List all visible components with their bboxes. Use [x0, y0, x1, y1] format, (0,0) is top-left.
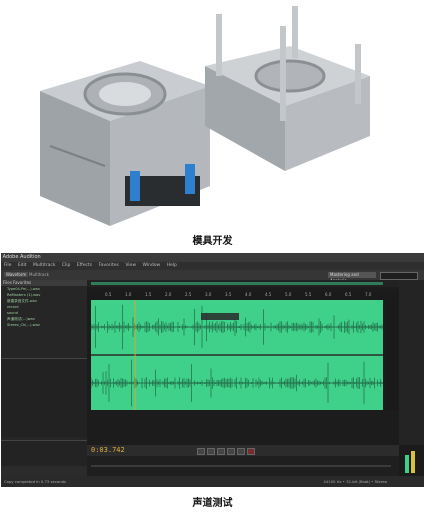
workspace-select[interactable]: Mastering and Analysis: [328, 272, 376, 283]
waveform-editor[interactable]: 0.5 1.0 1.5 2.0 2.5 3.0 3.5 4.0 4.5 5.0 …: [87, 280, 399, 445]
right-side-panel: [399, 280, 424, 445]
status-bar: Copy completed in 0.73 seconds 44100 Hz …: [1, 476, 424, 487]
effects-rack: [1, 358, 87, 437]
menu-multitrack[interactable]: Multitrack: [33, 263, 55, 268]
pause-button[interactable]: [217, 448, 225, 455]
window-title: Adobe Audition: [1, 253, 424, 262]
hud-volume[interactable]: [201, 313, 239, 320]
menu-help[interactable]: Help: [167, 263, 177, 268]
menu-clip[interactable]: Clip: [62, 263, 71, 268]
search-input[interactable]: [380, 272, 418, 280]
file-item[interactable]: Stereo_Ch(...).wav: [1, 322, 87, 328]
time-ruler[interactable]: 0.5 1.0 1.5 2.0 2.5 3.0 3.5 4.0 4.5 5.0 …: [87, 292, 399, 299]
ruler-label: 5.5: [305, 292, 312, 297]
toolbar: Waveform Multitrack Mastering and Analys…: [1, 270, 424, 283]
ruler-label: 4.0: [245, 292, 252, 297]
tab-multitrack[interactable]: Multitrack: [29, 272, 49, 277]
rewind-button[interactable]: [227, 448, 235, 455]
ruler-label: 6.5: [345, 292, 352, 297]
ruler-label: 3.5: [225, 292, 232, 297]
ruler-label: 3.0: [205, 292, 212, 297]
menu-window[interactable]: Window: [142, 263, 160, 268]
play-button[interactable]: [207, 448, 215, 455]
files-panel: Files Favorites Type04-Pe(...).wav ReMas…: [1, 280, 87, 466]
ruler-label: 7.0: [365, 292, 372, 297]
ruler-label: 0.5: [105, 292, 112, 297]
mold-photo: [40, 6, 370, 226]
caption-mold-development: 模具开发: [192, 236, 233, 247]
menu-favorites[interactable]: Favorites: [99, 263, 119, 268]
transport-bar: 0:03.742: [87, 445, 399, 456]
ruler-label: 6.0: [325, 292, 332, 297]
caption-channel-test: 声道测试: [192, 498, 233, 509]
audition-screenshot: Adobe Audition File Edit Multitrack Clip…: [1, 253, 424, 487]
stop-button[interactable]: [197, 448, 205, 455]
overview-bar[interactable]: [87, 280, 399, 287]
ruler-label: 1.5: [145, 292, 152, 297]
timecode-display: 0:03.742: [91, 446, 125, 454]
file-list: Type04-Pe(...).wav ReMasters (1).wav 新建录…: [1, 286, 87, 328]
history-panel: [1, 440, 87, 466]
forward-button[interactable]: [237, 448, 245, 455]
ruler-label: 2.0: [165, 292, 172, 297]
ruler-label: 5.0: [285, 292, 292, 297]
menu-edit[interactable]: Edit: [18, 263, 27, 268]
record-button[interactable]: [247, 448, 255, 455]
menu-file[interactable]: File: [4, 263, 12, 268]
ruler-label: 1.0: [125, 292, 132, 297]
tab-waveform[interactable]: Waveform: [4, 272, 29, 277]
levels-panel: [87, 456, 399, 476]
level-meter: [399, 445, 424, 476]
menu-view[interactable]: View: [125, 263, 136, 268]
ruler-label: 2.5: [185, 292, 192, 297]
menu-bar: File Edit Multitrack Clip Effects Favori…: [1, 262, 424, 270]
stereo-waveform[interactable]: [91, 300, 383, 410]
status-text: Copy completed in 0.73 seconds: [4, 479, 67, 484]
menu-effects[interactable]: Effects: [77, 263, 92, 268]
ruler-label: 4.5: [265, 292, 272, 297]
status-format: 44100 Hz • 32-bit (float) • Stereo: [323, 479, 387, 484]
amplitude-scale: [385, 300, 399, 410]
